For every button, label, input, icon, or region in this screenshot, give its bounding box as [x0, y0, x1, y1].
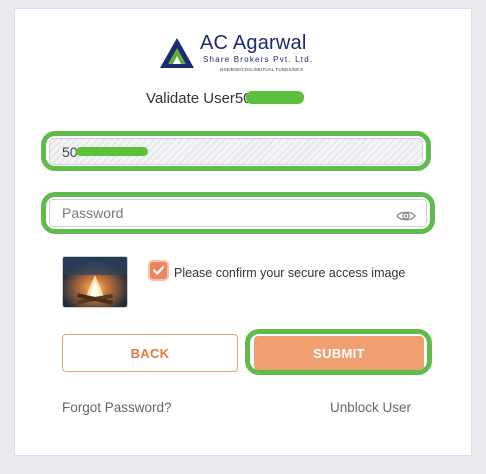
- page-title: Validate User50: [146, 90, 310, 107]
- back-button[interactable]: BACK: [62, 334, 238, 372]
- brand-subtitle: NSE/BSE/CDSL/MUTUAL FUNDS/MCX: [220, 67, 304, 72]
- user-id-field[interactable]: 50: [49, 138, 423, 165]
- logo-mark-icon: [160, 38, 194, 68]
- secure-access-image: [62, 256, 128, 308]
- brand-name: AC Agarwal: [200, 32, 307, 54]
- password-input[interactable]: [62, 205, 362, 221]
- confirm-image-label: Please confirm your secure access image: [174, 266, 406, 280]
- unblock-user-link[interactable]: Unblock User: [330, 400, 411, 415]
- redaction-mark: [75, 147, 148, 156]
- company-logo: AC Agarwal Share Brokers Pvt. Ltd. NSE/B…: [158, 32, 348, 80]
- redaction-mark: [245, 90, 304, 104]
- forgot-password-link[interactable]: Forgot Password?: [62, 400, 172, 415]
- submit-button[interactable]: SUBMIT: [254, 336, 424, 370]
- brand-tagline: Share Brokers Pvt. Ltd.: [203, 55, 314, 64]
- eye-icon[interactable]: [396, 209, 416, 223]
- page-title-text: Validate User50: [146, 90, 252, 107]
- password-field[interactable]: [49, 199, 427, 227]
- user-id-value: 50: [62, 144, 148, 160]
